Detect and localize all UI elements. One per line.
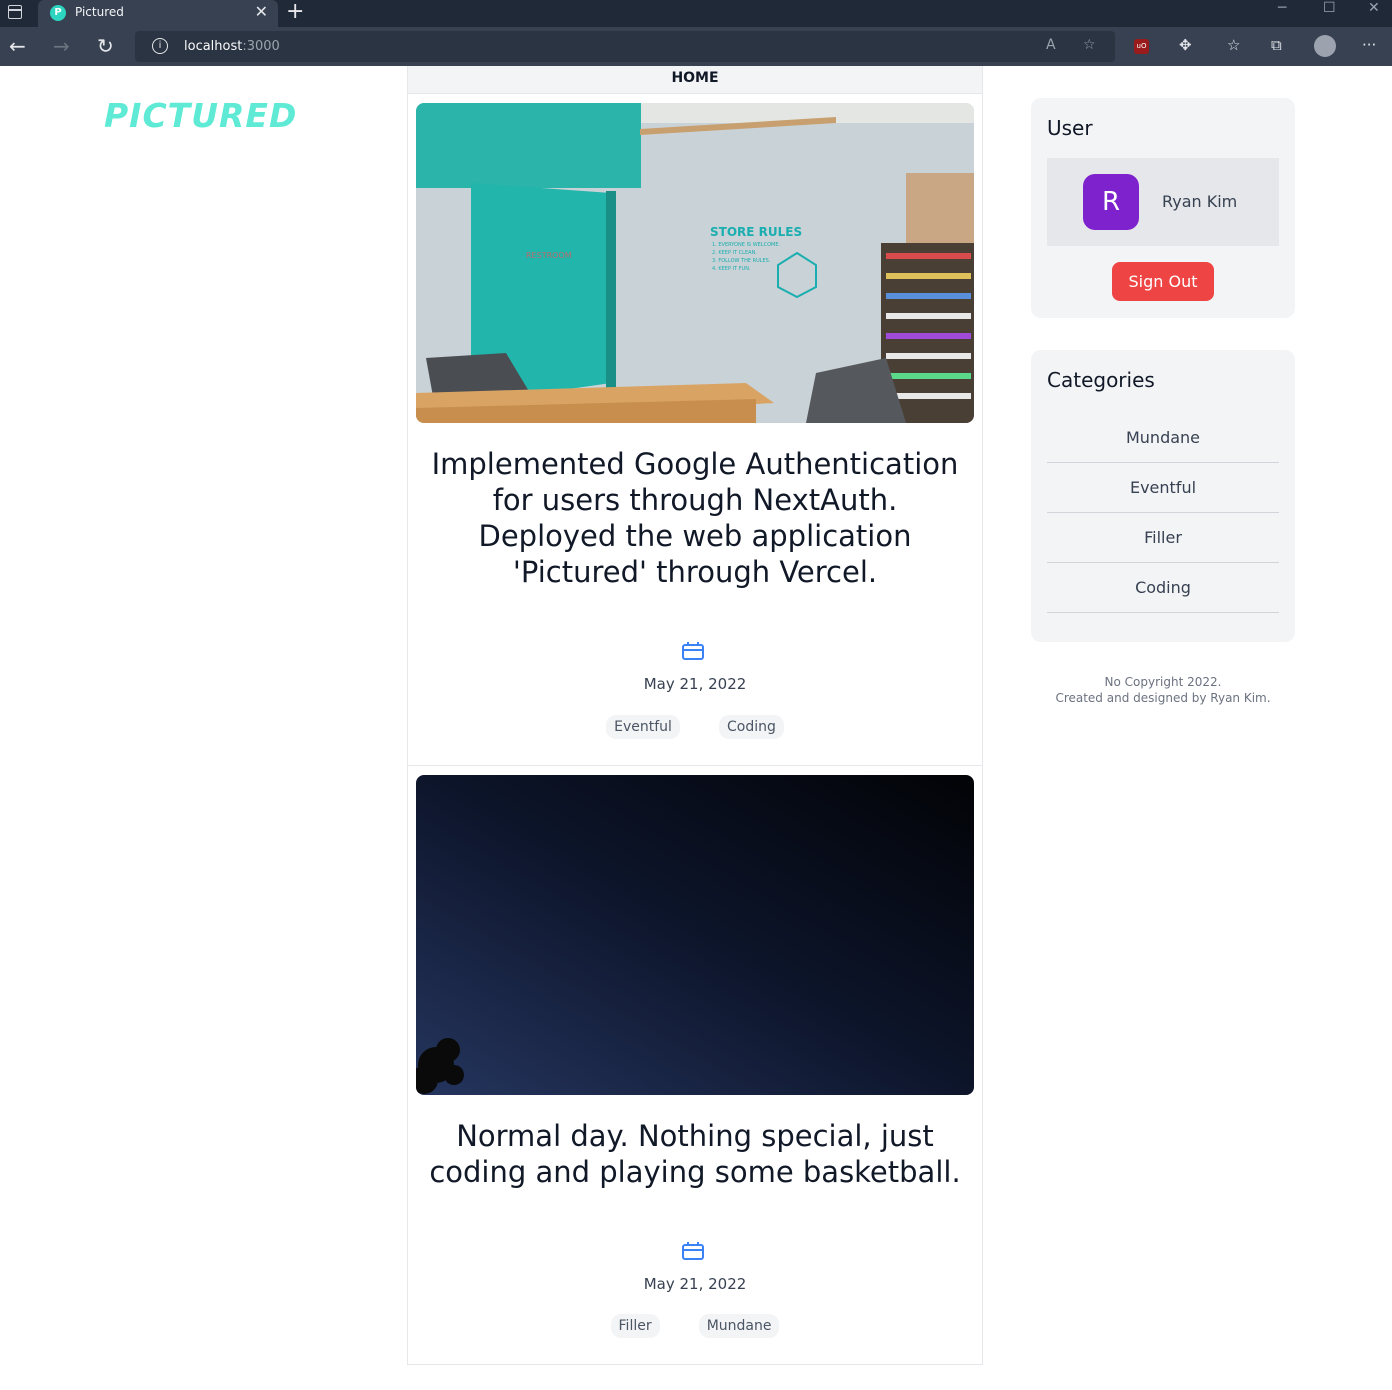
footer: No Copyright 2022. Created and designed … (1031, 674, 1295, 706)
category-item-eventful[interactable]: Eventful (1047, 463, 1279, 513)
reload-icon[interactable]: ↻ (97, 34, 114, 58)
extensions-icon[interactable]: ✥ (1179, 36, 1192, 54)
post-divider (408, 765, 982, 766)
favicon-icon: P (50, 5, 66, 21)
user-card-title: User (1047, 116, 1093, 140)
profile-avatar-icon[interactable] (1314, 35, 1336, 57)
post-tags: Eventful Coding (408, 715, 982, 739)
minimize-icon[interactable]: ─ (1278, 0, 1286, 16)
post-image[interactable] (416, 775, 974, 1095)
tag-filler[interactable]: Filler (610, 1314, 660, 1338)
new-tab-button[interactable]: + (286, 0, 304, 24)
post-image[interactable]: RESTROOM STORE RULES 1. EVERYONE IS WELC… (416, 103, 974, 423)
categories-card-title: Categories (1047, 368, 1155, 392)
user-name: Ryan Kim (1162, 192, 1238, 211)
window-menu-icon[interactable] (8, 5, 22, 19)
close-window-icon[interactable]: ✕ (1368, 0, 1380, 16)
category-item-coding[interactable]: Coding (1047, 563, 1279, 613)
user-info: R Ryan Kim (1047, 158, 1279, 246)
calendar-icon (682, 1242, 704, 1260)
user-card: User R Ryan Kim Sign Out (1031, 98, 1295, 318)
url-port: :3000 (242, 39, 280, 54)
url-text[interactable]: localhost:3000 (184, 39, 280, 54)
favorites-icon[interactable]: ☆ (1227, 36, 1240, 54)
address-bar[interactable]: i localhost:3000 A ☆ (135, 31, 1115, 62)
svg-text:2. KEEP IT CLEAN.: 2. KEEP IT CLEAN. (712, 250, 757, 256)
footer-credit: Created and designed by Ryan Kim. (1055, 691, 1271, 705)
tag-mundane[interactable]: Mundane (698, 1314, 780, 1338)
site-info-icon[interactable]: i (152, 38, 168, 54)
svg-text:3. FOLLOW THE RULES.: 3. FOLLOW THE RULES. (712, 258, 771, 264)
back-icon[interactable]: ← (9, 34, 26, 58)
avatar: R (1083, 174, 1139, 230)
categories-card: Categories Mundane Eventful Filler Codin… (1031, 350, 1295, 642)
calendar-icon (682, 642, 704, 660)
svg-text:4. KEEP IT FUN.: 4. KEEP IT FUN. (712, 266, 751, 272)
browser-tab-bar: P Pictured ✕ + ─ ☐ ✕ (0, 0, 1392, 27)
category-item-mundane[interactable]: Mundane (1047, 413, 1279, 463)
footer-copyright: No Copyright 2022. (1104, 675, 1222, 689)
tab-title: Pictured (75, 5, 124, 19)
tag-eventful[interactable]: Eventful (606, 715, 680, 739)
browser-tab[interactable]: P Pictured ✕ (38, 0, 278, 27)
post-title[interactable]: Implemented Google Authentication for us… (428, 446, 962, 590)
category-item-filler[interactable]: Filler (1047, 513, 1279, 563)
settings-more-icon[interactable]: ··· (1362, 36, 1376, 54)
sign-out-button[interactable]: Sign Out (1112, 262, 1214, 301)
svg-text:RESTROOM: RESTROOM (526, 251, 572, 260)
read-aloud-icon[interactable]: A (1046, 37, 1056, 53)
add-favorite-icon[interactable]: ☆ (1083, 37, 1096, 53)
url-host: localhost (184, 39, 243, 54)
close-tab-icon[interactable]: ✕ (255, 2, 268, 21)
post-tags: Filler Mundane (408, 1314, 982, 1338)
tag-coding[interactable]: Coding (719, 715, 784, 739)
svg-text:1. EVERYONE IS WELCOME.: 1. EVERYONE IS WELCOME. (712, 242, 780, 248)
home-nav-label[interactable]: HOME (408, 66, 982, 94)
post-date: May 21, 2022 (643, 675, 747, 693)
svg-text:STORE RULES: STORE RULES (710, 225, 802, 239)
collections-icon[interactable]: ⧉ (1271, 36, 1282, 54)
maximize-icon[interactable]: ☐ (1323, 0, 1336, 16)
post-title[interactable]: Normal day. Nothing special, just coding… (428, 1118, 962, 1190)
forward-icon[interactable]: → (53, 34, 70, 58)
site-logo[interactable]: PICTURED (104, 96, 297, 135)
post-feed: HOME RESTROOM STORE RULES 1. EVERYONE IS… (407, 66, 983, 1365)
ublock-extension-icon[interactable]: uO (1134, 39, 1149, 54)
post-date: May 21, 2022 (643, 1275, 747, 1293)
browser-toolbar: ← → ↻ i localhost:3000 A ☆ uO ✥ ☆ ⧉ ··· (0, 27, 1392, 66)
